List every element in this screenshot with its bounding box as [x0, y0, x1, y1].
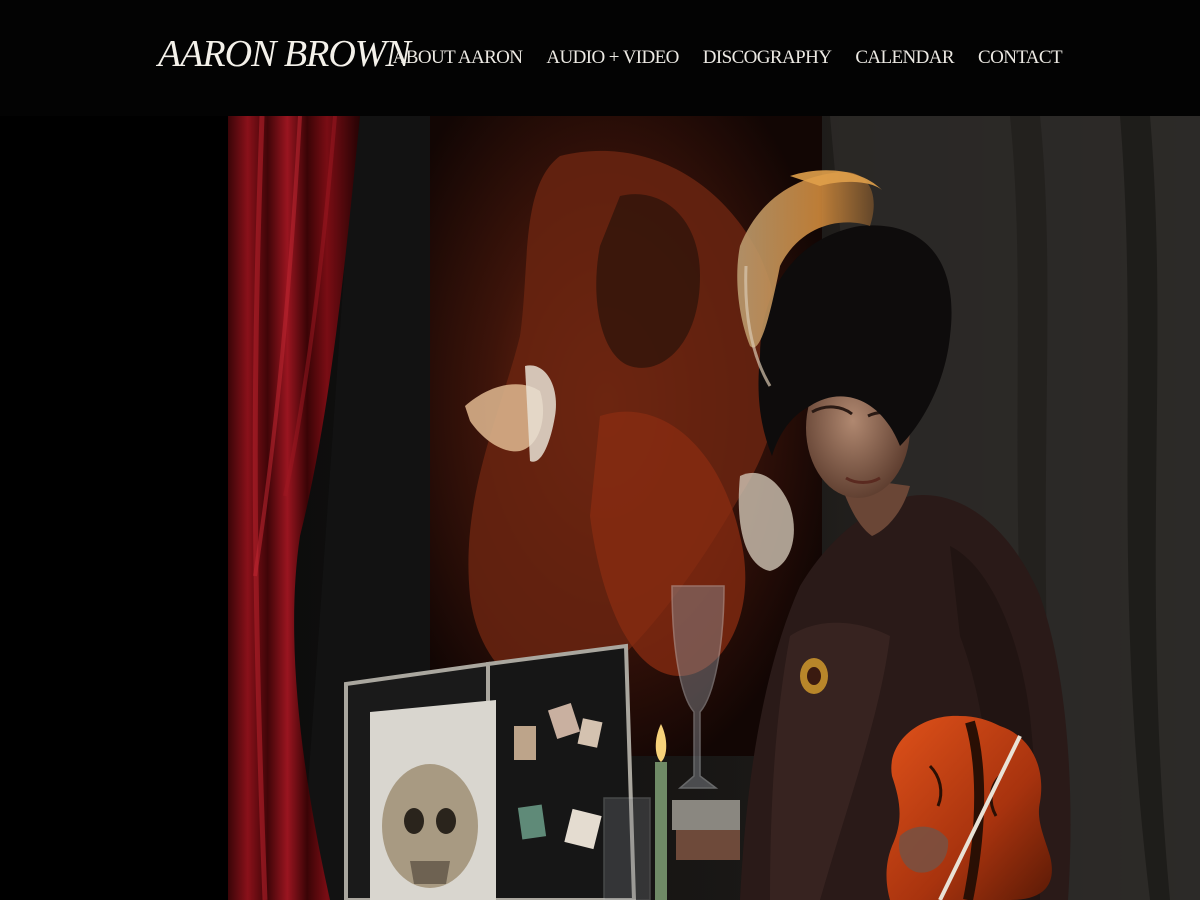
violinist-portrait-photo [0, 116, 1200, 900]
main-navigation: ABOUT AARON AUDIO + VIDEO DISCOGRAPHY CA… [393, 46, 1063, 70]
nav-discography[interactable]: DISCOGRAPHY [703, 46, 832, 70]
nav-about-aaron[interactable]: ABOUT AARON [393, 46, 523, 70]
site-header: AARON BROWN ABOUT AARON AUDIO + VIDEO DI… [0, 0, 1200, 117]
hero-section [0, 116, 1200, 900]
nav-audio-video[interactable]: AUDIO + VIDEO [546, 46, 679, 70]
page: AARON BROWN ABOUT AARON AUDIO + VIDEO DI… [0, 0, 1200, 900]
nav-contact[interactable]: CONTACT [978, 46, 1063, 70]
site-logo[interactable]: AARON BROWN [158, 32, 411, 76]
nav-calendar[interactable]: CALENDAR [855, 46, 954, 70]
